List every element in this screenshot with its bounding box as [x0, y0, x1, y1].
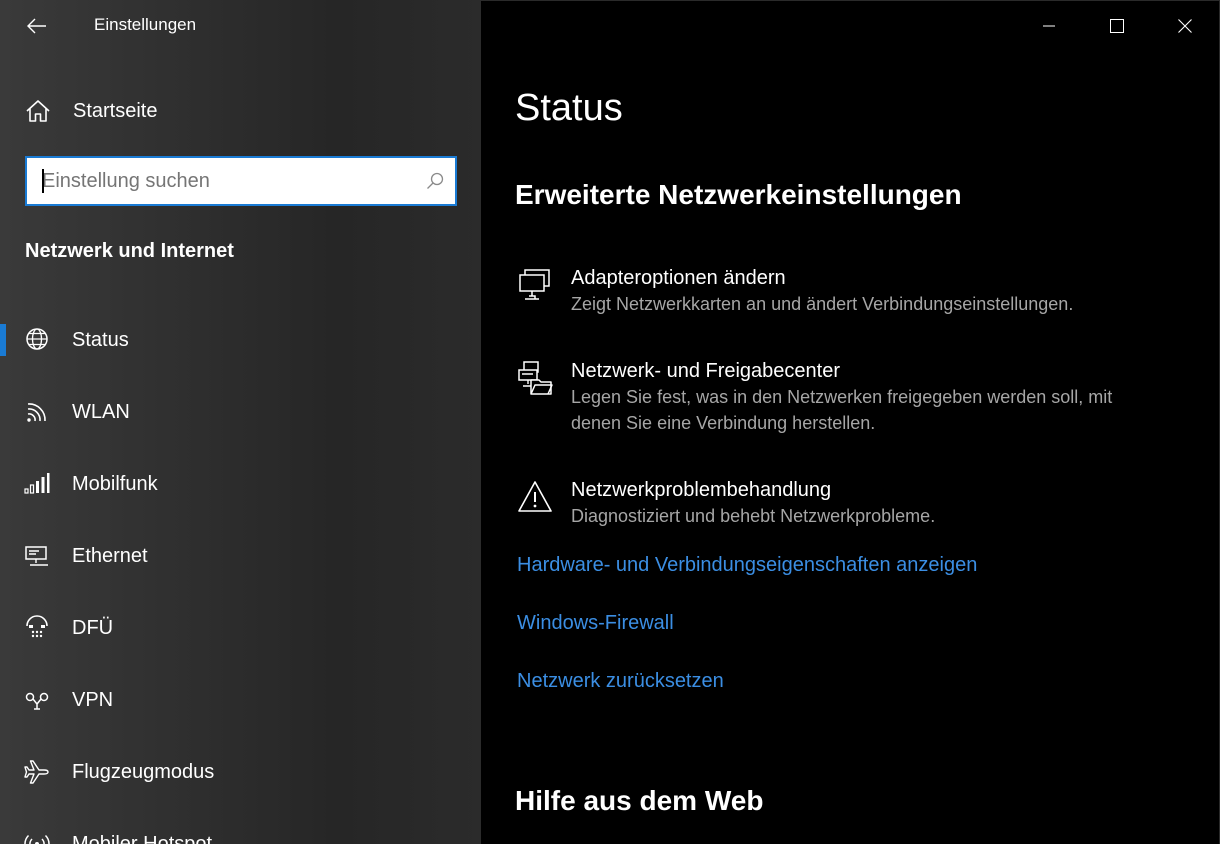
wifi-icon — [24, 399, 50, 425]
main-content: Status Erweiterte Netzwerkeinstellungen … — [481, 0, 1220, 844]
dialup-icon — [24, 615, 50, 641]
link-network-reset[interactable]: Netzwerk zurücksetzen — [517, 670, 724, 693]
hotspot-icon — [24, 831, 50, 844]
maximize-button[interactable] — [1083, 1, 1151, 51]
option-title: Netzwerkproblembehandlung — [571, 479, 832, 501]
sidebar-item-label: Ethernet — [72, 544, 148, 567]
option-title: Netzwerk- und Freigabecenter — [571, 360, 841, 382]
sidebar-item-label: Mobiler Hotspot — [72, 832, 213, 844]
nav-list: Status WLAN Mobilfunk Ethernet DFÜ VPN F… — [0, 304, 481, 844]
option-description: Legen Sie fest, was in den Netzwerken fr… — [571, 387, 1113, 433]
sidebar: Einstellungen Startseite Netzwerk und In… — [0, 0, 481, 844]
search-input[interactable] — [27, 158, 415, 204]
option-title: Adapteroptionen ändern — [571, 267, 786, 289]
option-sharing-center[interactable]: Netzwerk- und Freigabecenter Legen Sie f… — [515, 358, 1161, 436]
back-button[interactable] — [22, 12, 52, 40]
window-controls — [1015, 1, 1219, 51]
nav-home-label: Startseite — [73, 99, 158, 122]
minimize-icon — [1043, 25, 1055, 27]
sidebar-item-label: WLAN — [72, 400, 130, 423]
ethernet-icon — [24, 543, 50, 569]
advanced-settings-heading: Erweiterte Netzwerkeinstellungen — [515, 179, 962, 210]
search-box[interactable] — [25, 156, 457, 206]
link-hardware-properties[interactable]: Hardware- und Verbindungseigenschaften a… — [517, 554, 977, 577]
close-icon — [1178, 19, 1192, 33]
nav-home[interactable]: Startseite — [25, 95, 157, 127]
back-arrow-icon — [27, 18, 46, 34]
option-adapter-settings[interactable]: Adapteroptionen ändern Zeigt Netzwerkkar… — [515, 265, 1161, 317]
maximize-icon — [1110, 19, 1124, 33]
app-title: Einstellungen — [94, 15, 197, 34]
sidebar-item-mobilfunk[interactable]: Mobilfunk — [0, 448, 481, 520]
sidebar-item-label: VPN — [72, 688, 114, 711]
option-description: Zeigt Netzwerkkarten an und ändert Verbi… — [571, 294, 1074, 314]
warning-icon — [515, 479, 555, 519]
sharing-center-icon — [515, 360, 555, 400]
sidebar-item-dfue[interactable]: DFÜ — [0, 592, 481, 664]
globe-icon — [24, 327, 50, 353]
sidebar-item-label: DFÜ — [72, 616, 114, 639]
link-windows-firewall[interactable]: Windows-Firewall — [517, 612, 674, 635]
vpn-icon — [24, 687, 50, 713]
cellular-icon — [24, 471, 50, 497]
home-icon — [26, 100, 50, 122]
sidebar-item-label: Flugzeugmodus — [72, 760, 215, 783]
sidebar-item-label: Status — [72, 328, 129, 351]
page-title: Status — [515, 87, 623, 129]
sidebar-item-ethernet[interactable]: Ethernet — [0, 520, 481, 592]
sidebar-item-label: Mobilfunk — [72, 472, 158, 495]
help-heading: Hilfe aus dem Web — [515, 785, 764, 816]
section-heading: Netzwerk und Internet — [25, 240, 234, 262]
minimize-button[interactable] — [1015, 1, 1083, 51]
sidebar-item-wlan[interactable]: WLAN — [0, 376, 481, 448]
sidebar-item-hotspot[interactable]: Mobiler Hotspot — [0, 808, 481, 844]
search-icon[interactable] — [415, 158, 455, 204]
text-caret — [42, 169, 44, 193]
network-adapter-icon — [515, 267, 555, 307]
sidebar-item-status[interactable]: Status — [0, 304, 481, 376]
sidebar-item-vpn[interactable]: VPN — [0, 664, 481, 736]
option-troubleshooter[interactable]: Netzwerkproblembehandlung Diagnostiziert… — [515, 477, 1161, 529]
option-description: Diagnostiziert und behebt Netzwerkproble… — [571, 506, 936, 526]
close-button[interactable] — [1151, 1, 1219, 51]
airplane-icon — [24, 759, 50, 785]
sidebar-item-flugzeugmodus[interactable]: Flugzeugmodus — [0, 736, 481, 808]
